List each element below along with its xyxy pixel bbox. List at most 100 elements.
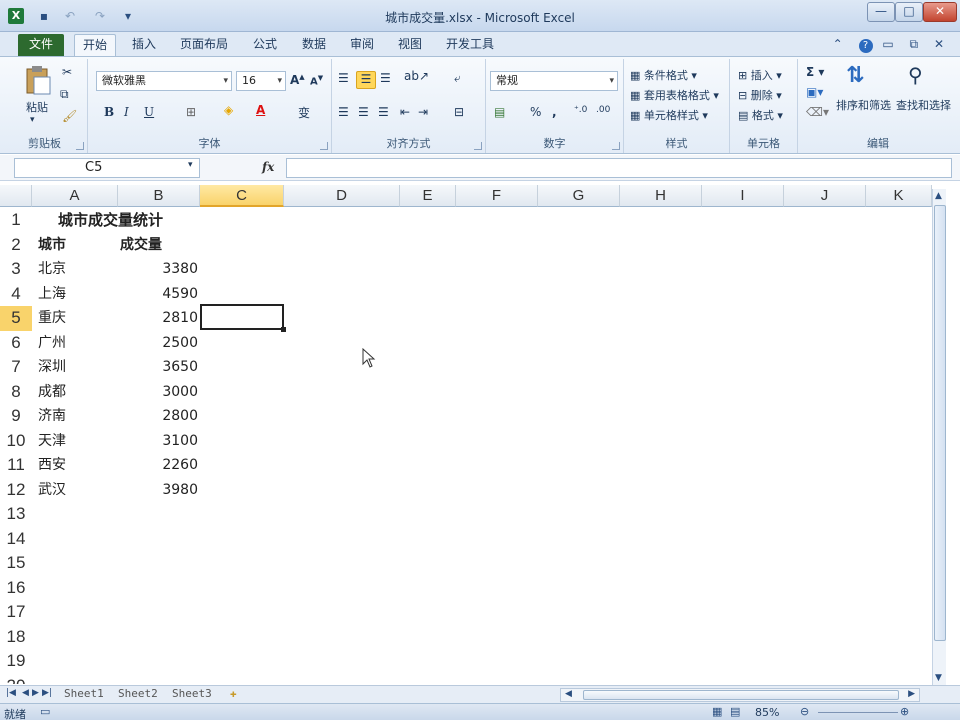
column-header-g[interactable]: G [538, 185, 620, 207]
tab-file[interactable]: 文件 [18, 34, 64, 56]
italic-button[interactable]: I [124, 105, 129, 119]
phonetic-button[interactable]: 变 [298, 104, 310, 121]
increase-decimal-icon[interactable]: ⁺.0 [574, 105, 587, 115]
minimize-ribbon-icon[interactable]: ⌃ [833, 37, 849, 51]
scroll-right-icon[interactable]: ▶ [908, 689, 915, 699]
shrink-font-icon[interactable]: A▼ [310, 74, 323, 87]
decrease-decimal-icon[interactable]: .00 [596, 105, 610, 115]
sort-filter-label[interactable]: 排序和筛选 [836, 97, 891, 113]
bold-button[interactable]: B [104, 105, 114, 119]
column-header-h[interactable]: H [620, 185, 702, 207]
delete-button[interactable]: ⊟ 删除 ▾ [738, 87, 782, 103]
orientation-icon[interactable]: ab↗ [404, 69, 429, 83]
zoom-in-icon[interactable]: ⊕ [900, 705, 909, 718]
volume-cell[interactable]: 2810 [118, 306, 198, 331]
city-cell[interactable]: 广州 [38, 331, 66, 356]
volume-cell[interactable]: 2800 [118, 404, 198, 429]
insert-sheet-icon[interactable]: ✚ [230, 687, 237, 703]
sheet-tab-2[interactable]: Sheet2 [118, 687, 158, 703]
city-cell[interactable]: 上海 [38, 282, 66, 307]
number-format-combo[interactable]: 常规 ▾ [490, 71, 618, 91]
column-header-k[interactable]: K [866, 185, 932, 207]
border-icon[interactable]: ⊞ [186, 105, 196, 119]
align-middle-icon[interactable]: ☰ [356, 71, 376, 89]
cut-icon[interactable]: ✂ [62, 65, 72, 79]
city-cell[interactable]: 天津 [38, 429, 66, 454]
maximize-button[interactable]: □ [895, 2, 923, 22]
normal-view-icon[interactable]: ▦ [712, 705, 722, 718]
row-header[interactable]: 16 [0, 576, 32, 601]
tab-data[interactable]: 数据 [294, 34, 334, 56]
restore-window-icon[interactable]: ▭ [882, 37, 899, 51]
percent-button[interactable]: % [530, 105, 541, 119]
row-header[interactable]: 17 [0, 600, 32, 625]
active-cell-selection[interactable] [200, 304, 286, 332]
format-painter-icon[interactable]: 🖌 [62, 109, 77, 123]
wrap-text-icon[interactable]: ⤶ [454, 71, 461, 86]
tab-insert[interactable]: 插入 [124, 34, 164, 56]
increase-indent-icon[interactable]: ⇥ [418, 105, 428, 119]
vertical-scroll-thumb[interactable] [934, 205, 946, 641]
grow-font-icon[interactable]: A▲ [290, 73, 305, 87]
row-header[interactable]: 14 [0, 527, 32, 552]
column-header-d[interactable]: D [284, 185, 400, 207]
close-workbook-icon[interactable]: ✕ [934, 37, 950, 51]
merge-center-icon[interactable]: ⊟ [454, 105, 464, 119]
font-launcher-icon[interactable] [320, 142, 328, 150]
font-name-combo[interactable]: 微软雅黑 ▾ [96, 71, 232, 91]
column-header-a[interactable]: A [32, 185, 118, 207]
horizontal-scroll-thumb[interactable] [583, 690, 899, 700]
insert-button[interactable]: ⊞ 插入 ▾ [738, 67, 782, 83]
conditional-format-button[interactable]: ▦ 条件格式 ▾ [630, 67, 697, 83]
insert-function-button[interactable]: fx [262, 160, 274, 174]
city-cell[interactable]: 武汉 [38, 478, 66, 503]
find-select-label[interactable]: 查找和选择 [896, 97, 951, 113]
select-all-corner[interactable] [0, 185, 32, 207]
volume-cell[interactable]: 4590 [118, 282, 198, 307]
align-bottom-icon[interactable]: ☰ [380, 71, 391, 85]
vertical-scrollbar[interactable]: ▲ ▼ [932, 189, 946, 685]
header-volume-cell[interactable]: 成交量 [120, 233, 162, 258]
scroll-up-icon[interactable]: ▲ [935, 191, 942, 201]
sheet-tab-1[interactable]: Sheet1 [64, 687, 104, 703]
name-box[interactable]: C5 [14, 158, 200, 178]
number-launcher-icon[interactable] [612, 142, 620, 150]
row-header-selected[interactable]: 5 [0, 306, 32, 331]
sort-filter-icon[interactable]: ⇅ [846, 63, 864, 88]
row-header[interactable]: 11 [0, 453, 32, 478]
tab-view[interactable]: 视图 [390, 34, 430, 56]
paste-label[interactable]: 粘贴 [26, 99, 48, 115]
volume-cell[interactable]: 2260 [118, 453, 198, 478]
align-top-icon[interactable]: ☰ [338, 71, 349, 85]
clipboard-launcher-icon[interactable] [76, 142, 84, 150]
tab-formulas[interactable]: 公式 [245, 34, 285, 56]
align-center-icon[interactable]: ☰ [358, 105, 369, 119]
row-header[interactable]: 7 [0, 355, 32, 380]
row-header[interactable]: 2 [0, 233, 32, 258]
row-header[interactable]: 8 [0, 380, 32, 405]
font-color-icon[interactable]: A [256, 103, 265, 117]
tab-page-layout[interactable]: 页面布局 [172, 34, 236, 56]
format-button[interactable]: ▤ 格式 ▾ [738, 107, 783, 123]
restore-icon[interactable]: ⧉ [910, 37, 925, 51]
cell-styles-button[interactable]: ▦ 单元格样式 ▾ [630, 107, 708, 123]
format-as-table-button[interactable]: ▦ 套用表格格式 ▾ [630, 87, 719, 103]
alignment-launcher-icon[interactable] [474, 142, 482, 150]
font-size-combo[interactable]: 16 ▾ [236, 71, 286, 91]
next-sheet-icon[interactable]: ▶ [32, 688, 39, 698]
horizontal-scrollbar[interactable]: ◀ ▶ [560, 688, 920, 702]
close-button[interactable]: ✕ [923, 2, 957, 22]
city-cell[interactable]: 北京 [38, 257, 66, 282]
align-left-icon[interactable]: ☰ [338, 105, 349, 119]
row-header[interactable]: 18 [0, 625, 32, 650]
help-icon[interactable]: ? [858, 39, 873, 53]
volume-cell[interactable]: 3100 [118, 429, 198, 454]
sheet-tab-3[interactable]: Sheet3 [172, 687, 212, 703]
first-sheet-icon[interactable]: |◀ [6, 688, 16, 698]
row-header[interactable]: 19 [0, 649, 32, 674]
row-header[interactable]: 13 [0, 502, 32, 527]
column-header-b[interactable]: B [118, 185, 200, 207]
city-cell[interactable]: 重庆 [38, 306, 66, 331]
align-right-icon[interactable]: ☰ [378, 105, 389, 119]
city-cell[interactable]: 成都 [38, 380, 66, 405]
